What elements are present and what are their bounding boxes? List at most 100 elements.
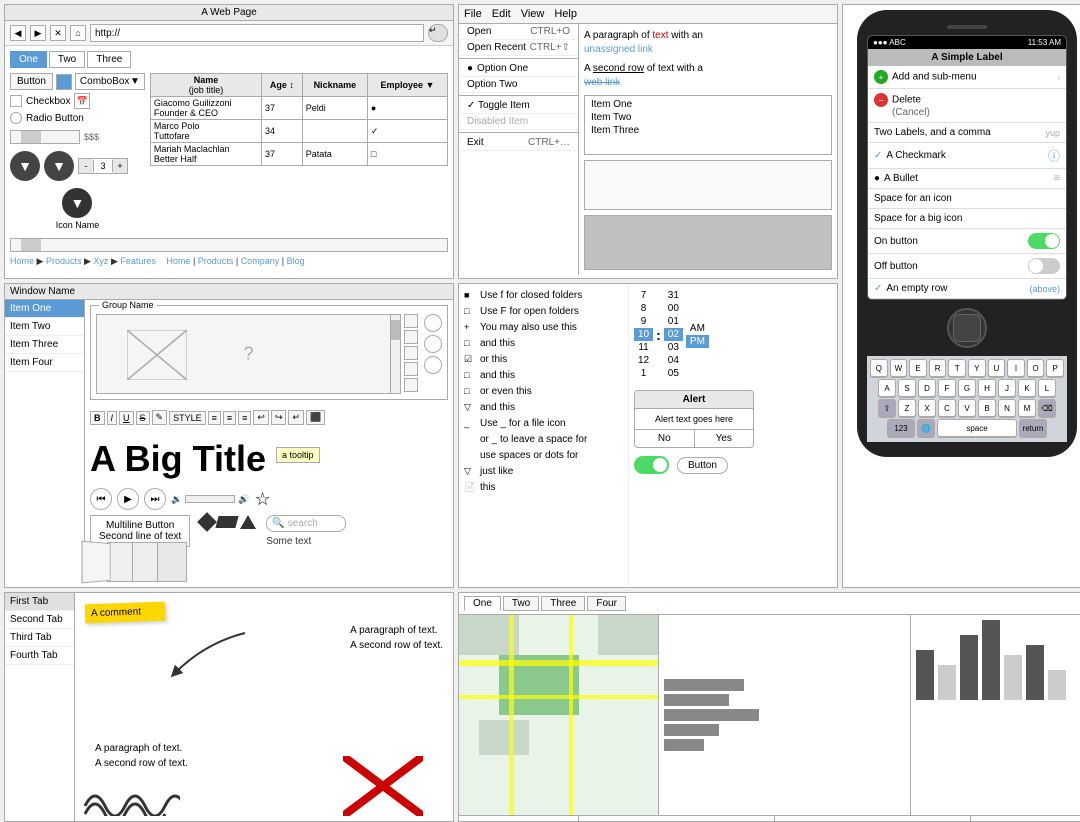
- tab-three[interactable]: Three: [87, 51, 131, 68]
- list-item-delete[interactable]: −Delete(Cancel): [868, 89, 1066, 123]
- radio-button[interactable]: [10, 112, 22, 124]
- down-arrow-icon-2[interactable]: ▼: [44, 151, 74, 181]
- search-box[interactable]: 🔍 search: [266, 515, 346, 532]
- text-area[interactable]: [584, 160, 832, 210]
- key-n[interactable]: N: [998, 399, 1016, 417]
- toggle-on[interactable]: [1028, 233, 1060, 249]
- scrollbar[interactable]: [390, 315, 400, 393]
- breadcrumb-features[interactable]: Features: [120, 256, 156, 266]
- chart-tab-two[interactable]: Two: [503, 596, 539, 611]
- key-e[interactable]: E: [909, 359, 927, 377]
- key-g[interactable]: G: [958, 379, 976, 397]
- url-bar[interactable]: [90, 24, 424, 42]
- list-item-one[interactable]: Item One: [5, 300, 84, 318]
- enter-button[interactable]: ↵: [288, 410, 304, 425]
- align-center-button[interactable]: ≡: [223, 411, 236, 425]
- key-s[interactable]: S: [898, 379, 916, 397]
- key-t[interactable]: T: [948, 359, 966, 377]
- play-button[interactable]: ▶: [117, 488, 139, 510]
- undo-button[interactable]: ↩: [253, 410, 269, 425]
- min-03[interactable]: 03: [664, 341, 683, 354]
- period-am[interactable]: AM: [686, 322, 709, 335]
- menu-edit[interactable]: Edit: [492, 8, 511, 20]
- list-item[interactable]: Item One: [587, 98, 829, 111]
- increment-button[interactable]: +: [113, 159, 127, 173]
- strikethrough-button[interactable]: S: [136, 411, 150, 425]
- list-item-on-button[interactable]: On button: [868, 229, 1066, 254]
- tab-second[interactable]: Second Tab: [5, 611, 74, 629]
- list-item-add[interactable]: +Add and sub-menu ›: [868, 66, 1066, 89]
- hour-7[interactable]: 7: [637, 289, 651, 302]
- key-123[interactable]: 123: [887, 419, 915, 437]
- list-item-space-icon[interactable]: Space for an icon: [868, 189, 1066, 209]
- breadcrumb-xyz[interactable]: Xyz: [93, 256, 108, 266]
- button[interactable]: Button: [10, 73, 53, 90]
- redo-button[interactable]: ↪: [271, 410, 287, 425]
- hour-9[interactable]: 9: [637, 315, 651, 328]
- decrement-button[interactable]: -: [79, 159, 93, 173]
- key-backspace[interactable]: ⌫: [1038, 399, 1056, 417]
- pencil-button[interactable]: ✎: [152, 410, 168, 425]
- min-05[interactable]: 05: [664, 367, 683, 380]
- menu-item-toggle[interactable]: Toggle Item: [459, 98, 578, 114]
- go-button[interactable]: ↵: [428, 24, 448, 42]
- align-left-button[interactable]: ≡: [208, 411, 221, 425]
- resize-handle[interactable]: [404, 346, 418, 360]
- home-button[interactable]: [947, 308, 987, 348]
- italic-button[interactable]: I: [107, 411, 118, 425]
- toggle-on[interactable]: [634, 456, 669, 474]
- min-04[interactable]: 04: [664, 354, 683, 367]
- list-item-off-button[interactable]: Off button: [868, 254, 1066, 279]
- alert-yes-button[interactable]: Yes: [695, 430, 754, 447]
- col-employee[interactable]: Employee ▼: [367, 74, 447, 97]
- key-f[interactable]: F: [938, 379, 956, 397]
- menu-item-open-recent[interactable]: Open Recent CTRL+⇧: [459, 40, 578, 56]
- date-picker-icon[interactable]: 📅: [74, 93, 90, 109]
- rewind-button[interactable]: ⏮: [90, 488, 112, 510]
- toggle-off[interactable]: [1028, 258, 1060, 274]
- web-link[interactable]: web link: [584, 77, 620, 88]
- resize-handle[interactable]: [404, 330, 418, 344]
- tab-one[interactable]: One: [10, 51, 47, 68]
- resize-handle[interactable]: [404, 362, 418, 376]
- menu-view[interactable]: View: [521, 8, 545, 20]
- hour-12[interactable]: 12: [634, 354, 653, 367]
- key-globe[interactable]: 🌐: [917, 419, 935, 437]
- fast-forward-button[interactable]: ⏭: [144, 488, 166, 510]
- tab-fourth[interactable]: Fourth Tab: [5, 647, 74, 665]
- key-k[interactable]: K: [1018, 379, 1036, 397]
- key-l[interactable]: L: [1038, 379, 1056, 397]
- key-b[interactable]: B: [978, 399, 996, 417]
- tab-third[interactable]: Third Tab: [5, 629, 74, 647]
- tab-two[interactable]: Two: [49, 51, 85, 68]
- key-r[interactable]: R: [929, 359, 947, 377]
- period-pm[interactable]: PM: [686, 335, 709, 348]
- down-arrow-icon[interactable]: ▼: [10, 151, 40, 181]
- list-item-two-labels[interactable]: Two Labels, and a comma yup: [868, 123, 1066, 143]
- menu-item-open[interactable]: Open CTRL+O: [459, 24, 578, 40]
- key-z[interactable]: Z: [898, 399, 916, 417]
- key-x[interactable]: X: [918, 399, 936, 417]
- checkbox[interactable]: [10, 95, 22, 107]
- chart-tab-one[interactable]: One: [464, 596, 501, 611]
- underline-button[interactable]: U: [119, 411, 134, 425]
- key-c[interactable]: C: [938, 399, 956, 417]
- number-stepper[interactable]: - 3 +: [78, 158, 128, 174]
- key-return[interactable]: return: [1019, 419, 1047, 437]
- bold-button[interactable]: B: [90, 411, 105, 425]
- hour-10[interactable]: 10: [634, 328, 653, 341]
- key-d[interactable]: D: [918, 379, 936, 397]
- key-i[interactable]: I: [1007, 359, 1025, 377]
- key-u[interactable]: U: [988, 359, 1006, 377]
- min-02[interactable]: 02: [664, 328, 683, 341]
- list-item-big-icon[interactable]: Space for a big icon: [868, 209, 1066, 229]
- list-item-four[interactable]: Item Four: [5, 354, 84, 372]
- list-item-two[interactable]: Item Two: [5, 318, 84, 336]
- min-00[interactable]: 00: [664, 302, 683, 315]
- hour-1[interactable]: 1: [637, 367, 651, 380]
- unassigned-link[interactable]: unassigned link: [584, 44, 653, 55]
- button[interactable]: Button: [677, 457, 728, 474]
- chart-tab-four[interactable]: Four: [587, 596, 626, 611]
- color-swatch[interactable]: [56, 74, 72, 90]
- key-v[interactable]: V: [958, 399, 976, 417]
